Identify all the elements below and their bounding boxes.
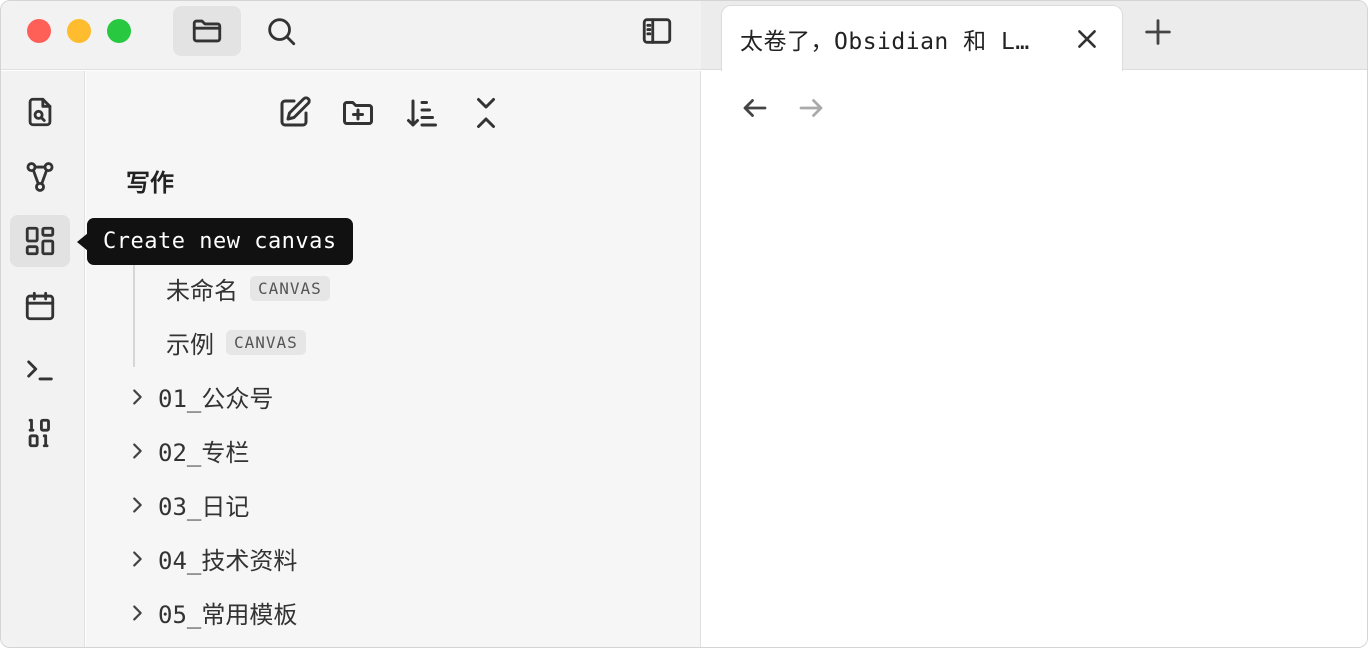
file-name: 未命名 — [166, 277, 238, 305]
folder-icon — [192, 19, 222, 43]
explorer-actions — [276, 93, 504, 133]
folder-name: 02_专栏 — [158, 439, 250, 467]
folder-name: 01_公众号 — [158, 385, 274, 413]
folder-name: 05_常用模板 — [158, 601, 298, 629]
folder-item[interactable]: 03_日记 — [126, 487, 249, 522]
new-note-button[interactable] — [276, 93, 312, 133]
folder-item[interactable]: 05_常用模板 — [126, 595, 297, 630]
folder-name: 03_日记 — [158, 493, 250, 521]
file-search-icon — [28, 97, 52, 127]
file-type-badge: CANVAS — [250, 276, 330, 301]
ribbon-create-canvas[interactable] — [10, 215, 70, 267]
folder-item[interactable]: 02_专栏 — [126, 433, 249, 468]
search-icon — [268, 18, 296, 46]
new-folder-button[interactable] — [340, 93, 376, 133]
tab-title: 太卷了，Obsidian 和 L… — [740, 28, 1030, 55]
ribbon-daily-note[interactable] — [10, 280, 70, 332]
chevron-right-icon — [126, 494, 148, 516]
tooltip: Create new canvas — [87, 218, 353, 265]
files-view-button[interactable] — [173, 6, 241, 56]
tab-active[interactable]: 太卷了，Obsidian 和 L… — [721, 5, 1123, 71]
vault-title: 写作 — [126, 169, 174, 197]
ribbon — [1, 71, 85, 647]
arrow-right-icon — [799, 99, 823, 117]
folder-item[interactable]: 01_公众号 — [126, 379, 273, 414]
collapse-icon — [477, 98, 495, 128]
search-view-button[interactable] — [247, 6, 315, 56]
chevron-right-icon — [126, 440, 148, 462]
edit-icon — [280, 96, 311, 127]
calendar-icon — [25, 291, 55, 321]
sidebar-toggle-icon — [642, 18, 672, 44]
ribbon-terminal[interactable] — [10, 343, 70, 395]
editor-pane — [702, 71, 1367, 647]
terminal-icon — [27, 360, 53, 381]
navigate-forward-button[interactable] — [796, 93, 826, 123]
ribbon-quick-switcher[interactable] — [10, 86, 70, 138]
graph-icon — [26, 162, 54, 192]
file-item[interactable]: 示例 CANVAS — [166, 325, 306, 360]
toggle-sidebar-button[interactable] — [623, 6, 691, 56]
maximize-window-button[interactable] — [107, 19, 131, 43]
close-window-button[interactable] — [27, 19, 51, 43]
sort-button[interactable] — [404, 93, 440, 133]
canvas-icon — [25, 226, 55, 256]
ribbon-graph-view[interactable] — [10, 151, 70, 203]
file-type-badge: CANVAS — [226, 330, 306, 355]
tab-bar: 太卷了，Obsidian 和 L… — [701, 1, 1367, 71]
minimize-window-button[interactable] — [67, 19, 91, 43]
tab-close-button[interactable] — [1074, 26, 1100, 52]
arrow-left-icon — [743, 99, 767, 117]
folder-name: 04_技术资料 — [158, 547, 298, 575]
navigate-back-button[interactable] — [740, 93, 770, 123]
chevron-right-icon — [126, 386, 148, 408]
sort-icon — [407, 99, 437, 127]
file-name: 示例 — [166, 331, 214, 359]
collapse-all-button[interactable] — [468, 93, 504, 133]
plus-icon — [1145, 19, 1171, 45]
folder-plus-icon — [343, 101, 373, 125]
app-window: 太卷了，Obsidian 和 L… 写作 未命名 CANVAS 示例 CANVA… — [0, 0, 1368, 648]
folder-item[interactable]: 04_技术资料 — [126, 541, 297, 576]
ribbon-binary[interactable] — [10, 407, 70, 459]
titlebar — [1, 1, 701, 70]
file-explorer: 写作 未命名 CANVAS 示例 CANVAS 01_公众号 02_专栏 03_… — [86, 71, 701, 647]
chevron-right-icon — [126, 602, 148, 624]
binary-icon — [28, 418, 50, 448]
chevron-right-icon — [126, 548, 148, 570]
close-icon — [1078, 30, 1096, 48]
new-tab-button[interactable] — [1141, 15, 1175, 49]
file-item[interactable]: 未命名 CANVAS — [166, 271, 330, 306]
